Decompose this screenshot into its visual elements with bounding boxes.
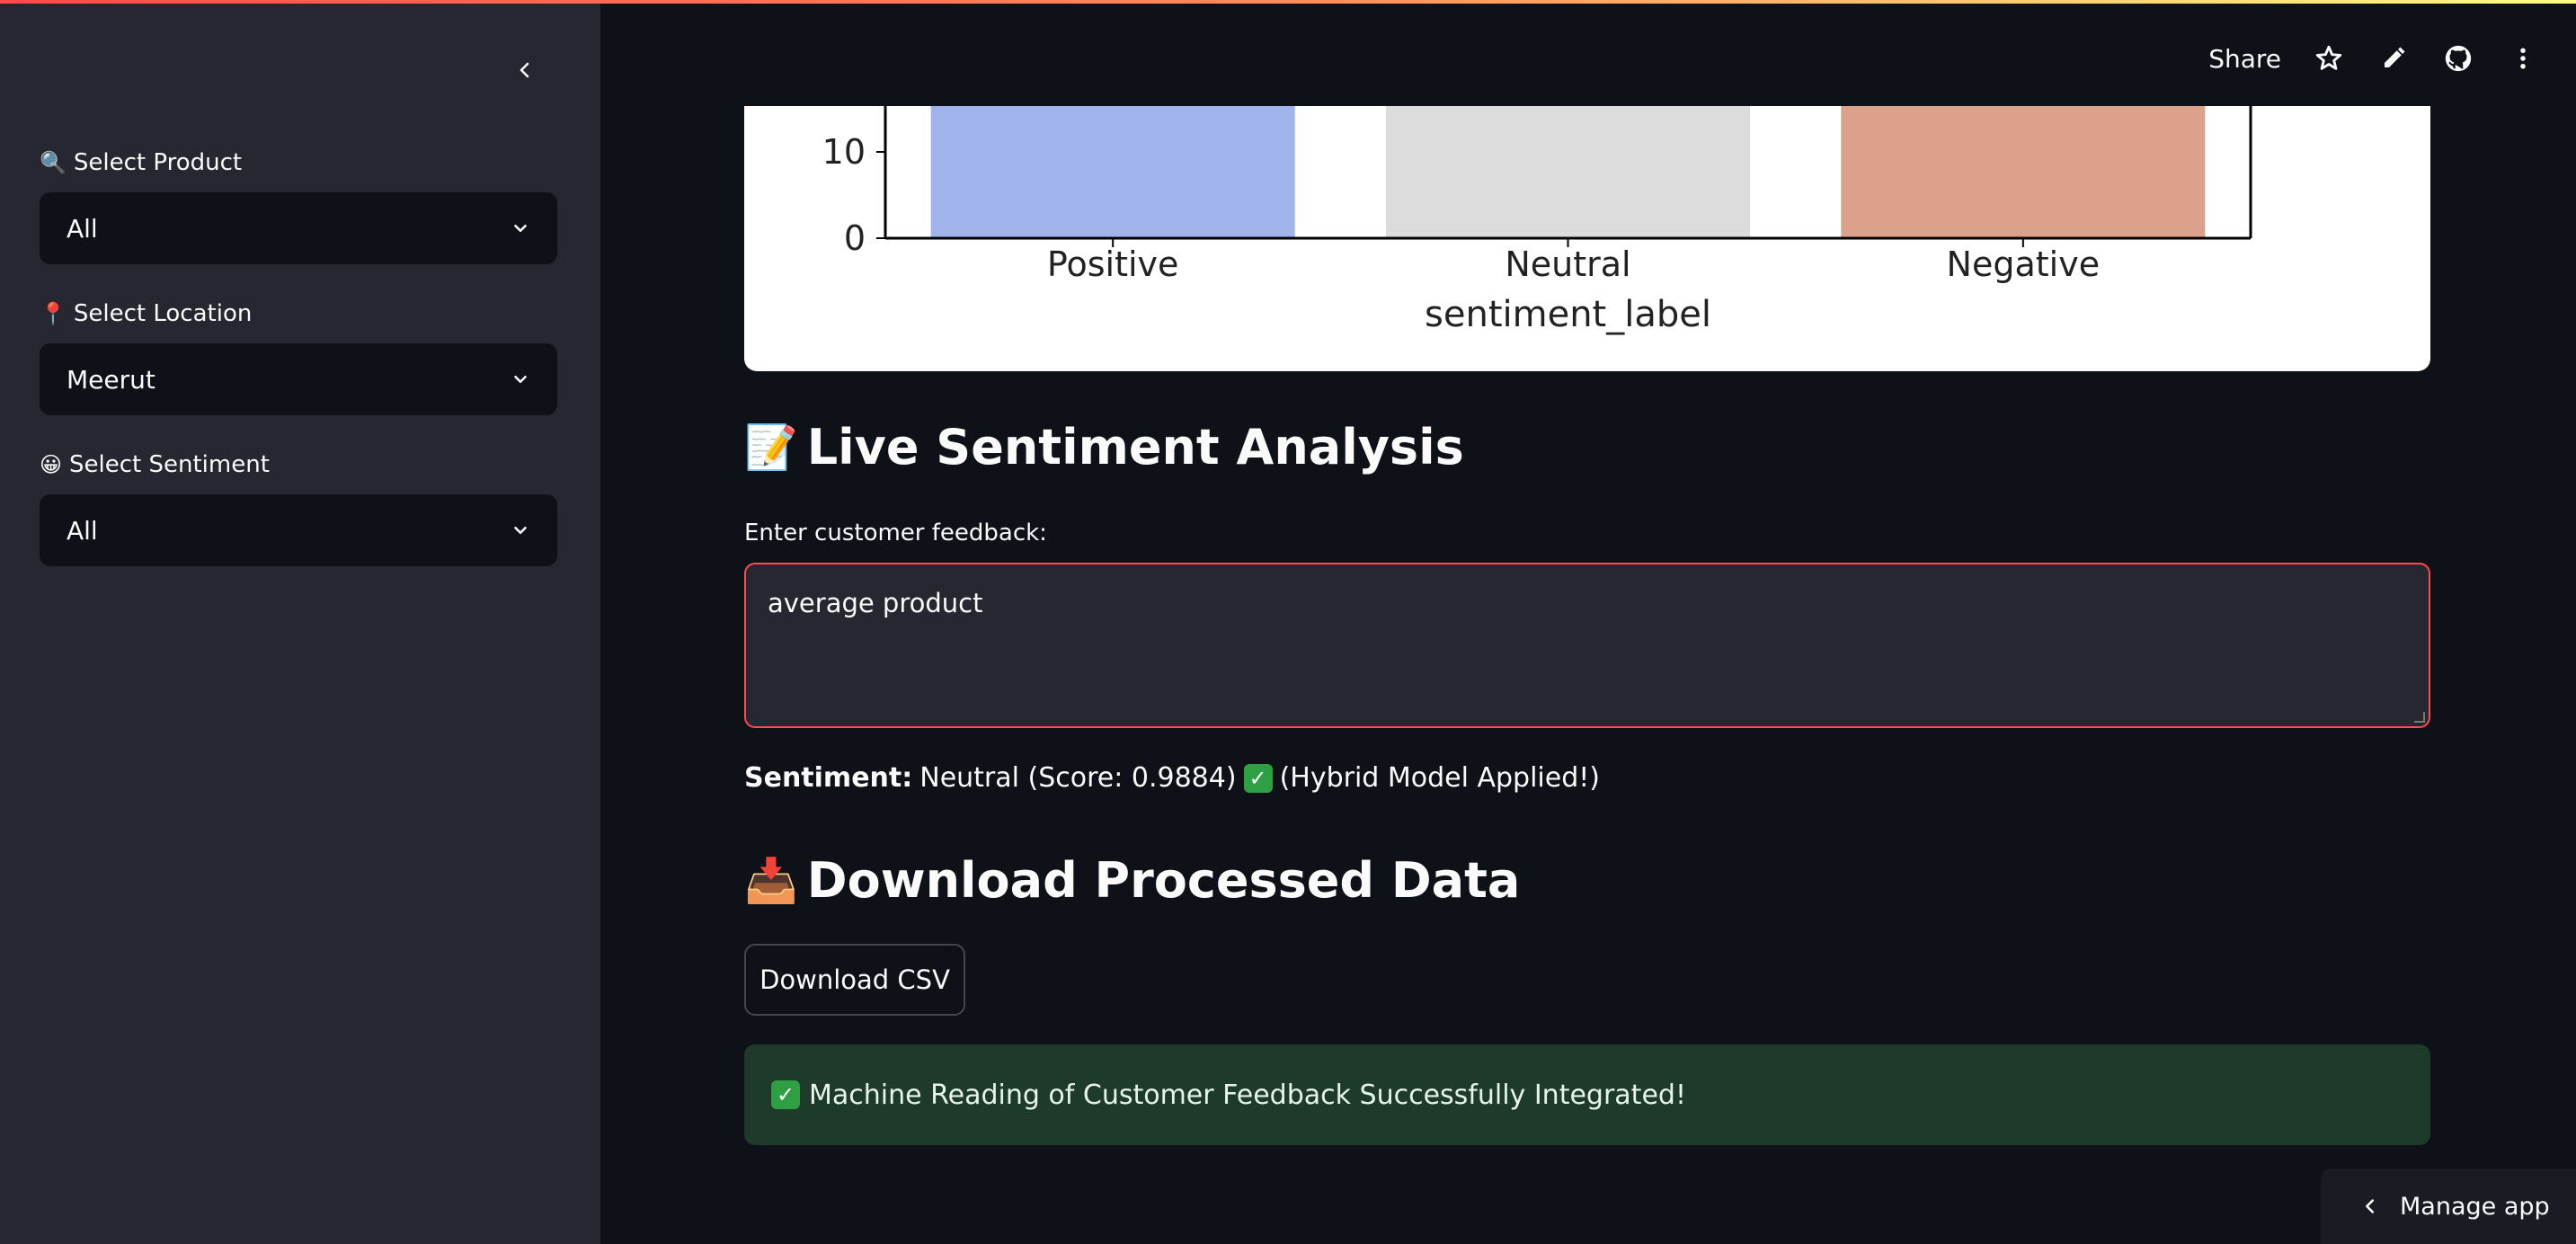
chevron-left-icon [520, 62, 529, 78]
share-button[interactable]: Share [2208, 44, 2281, 74]
chevron-down-icon [514, 375, 527, 384]
bar-positive [930, 106, 1295, 238]
chart-svg: Positive Neutral Negative 0 10 sentiment_labe… [822, 106, 2252, 335]
sentiment-result-value: Neutral (Score: 0.9884) [919, 762, 1237, 794]
location-select-value: Meerut [67, 364, 155, 395]
feedback-textarea[interactable]: average product [744, 563, 2430, 728]
location-filter-label: 📍 Select Location [40, 300, 253, 327]
x-axis-label: sentiment_label [1425, 294, 1711, 335]
sentiment-select[interactable]: All [40, 494, 557, 566]
manage-app-button[interactable]: Manage app [2321, 1168, 2576, 1244]
check-icon: ✓ [771, 1080, 800, 1109]
chevron-left-icon [2366, 1199, 2375, 1213]
product-filter-label: 🔍 Select Product [40, 149, 243, 176]
product-select-value: All [67, 213, 98, 244]
chevron-down-icon [514, 224, 527, 233]
x-tick-label: Positive [1047, 244, 1179, 284]
github-icon[interactable] [2441, 41, 2475, 76]
live-analysis-heading: 📝 Live Sentiment Analysis [744, 419, 1464, 475]
x-tick-label: Negative [1947, 244, 2101, 284]
sentiment-result-suffix: (Hybrid Model Applied!) [1279, 762, 1600, 794]
sentiment-result: Sentiment: Neutral (Score: 0.9884) ✓ (Hy… [744, 762, 1600, 794]
feedback-text: average product [768, 588, 983, 618]
success-message: Machine Reading of Customer Feedback Suc… [809, 1079, 1686, 1111]
pencil-icon[interactable] [2376, 41, 2411, 76]
sentiment-bar-chart: Positive Neutral Negative 0 10 sentiment_labe… [744, 106, 2430, 371]
download-csv-button[interactable]: Download CSV [744, 944, 965, 1016]
sentiment-filter-label: 😀 Select Sentiment [40, 451, 270, 478]
sidebar: 🔍 Select Product All 📍 Select Location M… [0, 0, 600, 1244]
collapse-sidebar-button[interactable] [505, 50, 545, 90]
product-select[interactable]: All [40, 192, 557, 264]
magnifier-icon: 🔍 [40, 150, 67, 175]
inbox-tray-icon: 📥 [744, 856, 798, 906]
chevron-down-icon [514, 526, 527, 535]
pin-icon: 📍 [40, 301, 67, 326]
y-tick-label: 10 [822, 132, 866, 172]
top-decoration-bar [0, 0, 2576, 4]
location-select[interactable]: Meerut [40, 343, 557, 415]
smile-icon: 😀 [40, 452, 63, 477]
toolbar: Share [2208, 41, 2540, 76]
check-icon: ✓ [1243, 763, 1273, 793]
x-tick-label: Neutral [1505, 244, 1630, 284]
success-alert: ✓ Machine Reading of Customer Feedback S… [744, 1044, 2430, 1145]
sentiment-select-value: All [67, 515, 98, 546]
memo-icon: 📝 [744, 422, 798, 473]
manage-app-label: Manage app [2400, 1192, 2550, 1221]
feedback-input-label: Enter customer feedback: [744, 520, 1047, 546]
more-options-icon[interactable] [2506, 41, 2540, 76]
bar-negative [1841, 106, 2206, 238]
sentiment-result-label: Sentiment: [744, 762, 913, 794]
bar-neutral [1385, 106, 1751, 238]
main-content: Share Positive Neutral Negative 0 10 sentimen… [600, 0, 2576, 1244]
y-tick-label: 0 [844, 218, 866, 258]
download-heading: 📥 Download Processed Data [744, 852, 1521, 909]
star-icon[interactable] [2312, 41, 2346, 76]
resize-handle-icon[interactable] [2414, 712, 2425, 723]
